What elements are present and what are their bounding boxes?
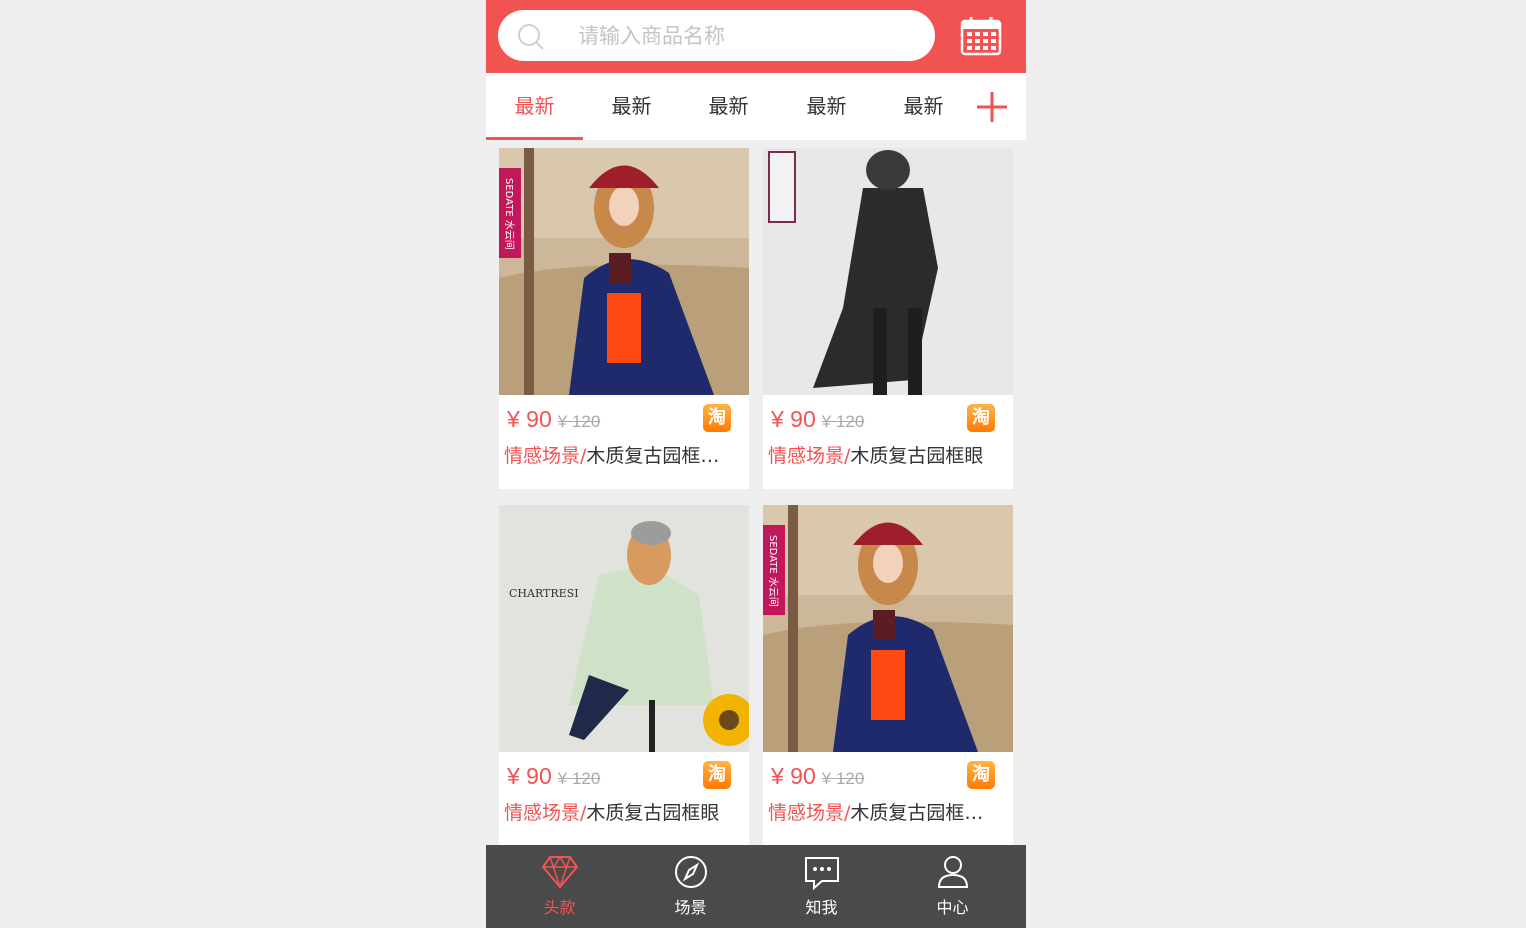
product-title: 情感场景/木质复古园框眼 [504,797,744,829]
taobao-icon: 淘 [967,761,995,789]
nav-label: 知我 [805,898,838,917]
tab-latest-2[interactable]: 最新 [583,73,680,140]
product-tag: 情感场景/ [768,802,851,824]
taobao-icon: 淘 [703,404,731,432]
search-input[interactable]: 请输入商品名称 [498,10,935,61]
price: ¥ 90 [771,406,816,432]
nav-label: 场景 [674,898,707,917]
active-tab-indicator [486,137,583,140]
nav-item-scene[interactable]: 场景 [623,845,758,928]
original-price: ¥ 120 [557,412,601,431]
bottom-nav: 头款 场景 知我 中心 [486,845,1026,928]
plus-icon[interactable] [976,91,1008,123]
original-price: ¥ 120 [821,769,865,788]
category-tabs: 最新 最新 最新 最新 最新 [486,73,1026,140]
product-image: CHARTRESI [499,505,749,752]
product-card[interactable]: SEDATE 水云间 ¥ 90 ¥ 120 淘 情感场景/木质复古园框… [763,505,1013,845]
nav-item-center[interactable]: 中心 [885,845,1020,928]
original-price: ¥ 120 [557,769,601,788]
nav-item-zhiwo[interactable]: 知我 [754,845,889,928]
svg-text:CHARTRESI: CHARTRESI [509,587,579,600]
price-row: ¥ 90 ¥ 120 [771,406,864,436]
nav-item-toukuan[interactable]: 头款 [492,845,627,928]
product-image: SEDATE 水云间 [763,505,1013,752]
price: ¥ 90 [507,406,552,432]
product-title: 情感场景/木质复古园框眼 [768,440,1008,472]
price-row: ¥ 90 ¥ 120 [771,763,864,793]
tab-latest-5[interactable]: 最新 [875,73,972,140]
taobao-icon: 淘 [967,404,995,432]
svg-text:SEDATE 水云间: SEDATE 水云间 [767,535,780,607]
search-icon [518,24,544,50]
price: ¥ 90 [507,763,552,789]
nav-label: 中心 [936,898,969,917]
taobao-icon: 淘 [703,761,731,789]
product-tag: 情感场景/ [504,445,587,467]
search-placeholder: 请输入商品名称 [578,24,725,48]
product-card[interactable]: CHARTRESI ¥ 90 ¥ 120 淘 情感场景/木质复古园框眼 [499,505,749,845]
product-tag: 情感场景/ [504,802,587,824]
product-tag: 情感场景/ [768,445,851,467]
product-image: SEDATE 水云间 [499,148,749,395]
original-price: ¥ 120 [821,412,865,431]
price-row: ¥ 90 ¥ 120 [507,763,600,793]
tab-latest-4[interactable]: 最新 [778,73,875,140]
product-name: 木质复古园框… [850,802,984,824]
nav-label: 头款 [543,898,576,917]
diamond-icon [541,855,578,889]
product-title: 情感场景/木质复古园框… [768,797,1008,829]
product-title: 情感场景/木质复古园框… [504,440,744,472]
product-name: 木质复古园框… [586,445,720,467]
price-row: ¥ 90 ¥ 120 [507,406,600,436]
tab-latest-3[interactable]: 最新 [680,73,777,140]
product-name: 木质复古园框眼 [586,802,720,824]
tab-latest-1[interactable]: 最新 [486,73,583,140]
chat-bubble-icon [804,857,839,891]
product-card[interactable]: SEDATE 水云间 ¥ 90 ¥ 120 淘 情感场景/木质复古园框… [499,148,749,489]
compass-icon [674,856,707,888]
svg-text:SEDATE 水云间: SEDATE 水云间 [503,178,516,250]
app-screen: 请输入商品名称 最新 最新 最新 最新 最新 SEDATE 水云间 ¥ 90 ¥… [486,0,1026,928]
user-icon [937,856,968,888]
top-bar: 请输入商品名称 [486,0,1026,73]
product-name: 木质复古园框眼 [850,445,984,467]
product-card[interactable]: ¥ 90 ¥ 120 淘 情感场景/木质复古园框眼 [763,148,1013,489]
price: ¥ 90 [771,763,816,789]
product-image [763,148,1013,395]
calendar-icon[interactable] [960,16,1002,56]
